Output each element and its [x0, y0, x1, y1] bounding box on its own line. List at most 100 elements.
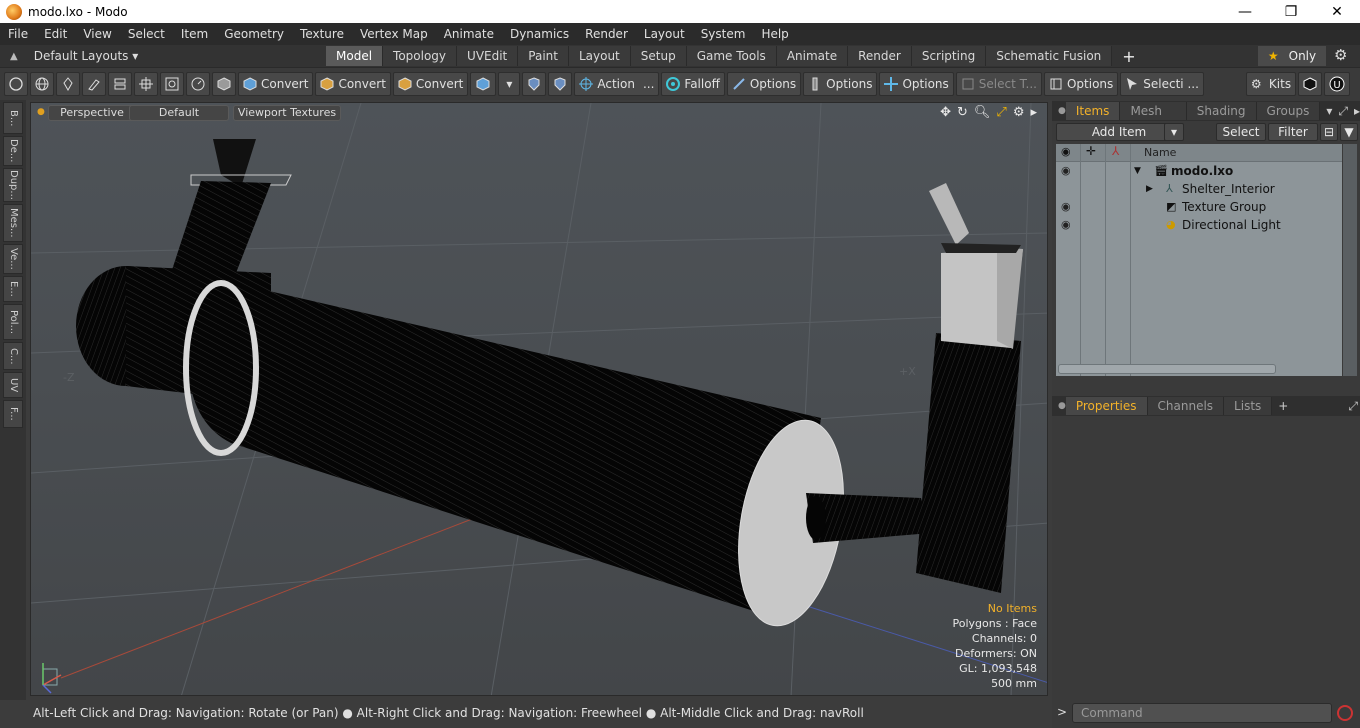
funnel-icon[interactable]: ▼ — [1340, 123, 1358, 141]
menu-system[interactable]: System — [693, 23, 754, 45]
expand-panel-icon-2[interactable]: ⤢ — [1348, 399, 1358, 414]
lock-header-icon[interactable]: ✛ — [1086, 144, 1096, 158]
viewport-textures-dropdown[interactable]: Viewport Textures — [233, 105, 341, 121]
left-tab-fusion[interactable]: F... — [3, 400, 23, 428]
convert-button-2[interactable]: Convert — [315, 72, 391, 96]
collapse-icon[interactable]: ⊟ — [1320, 123, 1338, 141]
zoom-icon[interactable]: 🔍︎ — [974, 105, 991, 120]
left-tab-mesh-edit[interactable]: Mes... — [3, 204, 23, 242]
close-button[interactable]: ✕ — [1314, 0, 1360, 23]
tab-topology[interactable]: Topology — [383, 46, 458, 66]
left-tab-uv[interactable]: UV — [3, 372, 23, 398]
fit-icon[interactable]: ⤢ — [996, 105, 1006, 120]
expand-arrow-icon[interactable]: ▶ — [1146, 180, 1153, 198]
polygon-mode-button[interactable] — [56, 72, 80, 96]
default-layouts-dropdown[interactable]: ▲ Default Layouts ▾ — [0, 49, 326, 63]
tab-shading[interactable]: Shading — [1186, 102, 1257, 120]
eye-icon[interactable]: ◉ — [1061, 216, 1071, 234]
menu-geometry[interactable]: Geometry — [216, 23, 292, 45]
panel-menu-dot[interactable]: ● — [1058, 106, 1066, 116]
item-row-modo-lxo[interactable]: ◉ ▼ 🎬︎ modo.lxo — [1056, 162, 1342, 180]
mesh-preset-button[interactable] — [470, 72, 497, 96]
eye-icon[interactable]: ◉ — [1061, 198, 1071, 216]
tab-channels[interactable]: Channels — [1147, 397, 1225, 415]
options-button-2[interactable]: Options — [803, 72, 878, 96]
menu-animate[interactable]: Animate — [436, 23, 502, 45]
center-mode-button[interactable] — [134, 72, 158, 96]
left-tab-duplicate[interactable]: Dup... — [3, 168, 23, 202]
mesh-preset-dropdown[interactable]: ▾ — [498, 72, 521, 96]
options-button-4[interactable]: Options — [1043, 72, 1119, 96]
falloff-button[interactable]: Falloff — [661, 72, 725, 96]
command-input[interactable]: Command — [1072, 703, 1332, 723]
edge-mode-button[interactable] — [30, 72, 54, 96]
item-list-v-scrollbar[interactable] — [1343, 144, 1357, 376]
left-tab-polygon[interactable]: Pol... — [3, 304, 23, 340]
convert-button-3[interactable]: Convert — [392, 72, 469, 96]
tab-groups[interactable]: Groups — [1256, 102, 1321, 120]
item-mode-button[interactable] — [108, 72, 132, 96]
expand-panel-icon[interactable]: ⤢ — [1338, 104, 1348, 119]
unity-button[interactable] — [1298, 72, 1323, 96]
selection-sets-button[interactable]: Selecti ... — [1120, 72, 1204, 96]
tabs-dropdown-icon[interactable]: ▾ — [1326, 104, 1332, 118]
select-button[interactable]: Select — [1216, 123, 1266, 141]
perspective-view-dropdown[interactable]: Perspective — [48, 105, 136, 121]
tab-properties[interactable]: Properties — [1065, 397, 1148, 415]
only-toggle[interactable]: ★ Only — [1258, 46, 1326, 66]
item-list[interactable]: ◉ ✛ ⅄ Name ◉ ▼ 🎬︎ modo.lxo ▶ ⅄ Shelter_I… — [1056, 144, 1342, 376]
kits-button[interactable]: ⚙ Kits — [1245, 72, 1297, 96]
3d-viewport[interactable]: ● Perspective Default Viewport Textures … — [30, 102, 1048, 696]
locator-header-icon[interactable]: ⅄ — [1112, 144, 1119, 158]
left-tab-edge[interactable]: E... — [3, 276, 23, 302]
panel-menu-dot-2[interactable]: ● — [1058, 401, 1066, 411]
brush-mode-button[interactable] — [82, 72, 106, 96]
menu-edit[interactable]: Edit — [36, 23, 75, 45]
tab-model[interactable]: Model — [326, 46, 384, 66]
tab-uvedit[interactable]: UVEdit — [457, 46, 519, 66]
minimize-button[interactable]: — — [1222, 0, 1268, 23]
panel-arrow-icon[interactable]: ▸ — [1354, 104, 1360, 118]
snap-button[interactable] — [548, 72, 573, 96]
eye-icon[interactable]: ◉ — [1061, 162, 1071, 180]
menu-select[interactable]: Select — [120, 23, 173, 45]
left-tab-deform[interactable]: De... — [3, 136, 23, 166]
menu-vertex-map[interactable]: Vertex Map — [352, 23, 436, 45]
add-item-dropdown[interactable]: ▾ — [1164, 123, 1184, 141]
menu-dynamics[interactable]: Dynamics — [502, 23, 577, 45]
tab-items[interactable]: Items — [1065, 102, 1121, 120]
item-row-shelter-interior[interactable]: ▶ ⅄ Shelter_Interior — [1056, 180, 1342, 198]
unreal-button[interactable]: U — [1324, 72, 1351, 96]
pan-icon[interactable]: ✥ — [940, 105, 951, 120]
vertex-mode-button[interactable] — [4, 72, 28, 96]
tab-setup[interactable]: Setup — [630, 46, 687, 66]
shading-dropdown[interactable]: Default — [129, 105, 229, 121]
tab-render[interactable]: Render — [848, 46, 912, 66]
symmetry-button[interactable] — [522, 72, 547, 96]
menu-view[interactable]: View — [75, 23, 119, 45]
options-button-1[interactable]: Options — [726, 72, 802, 96]
menu-help[interactable]: Help — [753, 23, 796, 45]
left-tab-curve[interactable]: C... — [3, 342, 23, 370]
select-through-button[interactable]: Select T... — [955, 72, 1042, 96]
tab-lists[interactable]: Lists — [1224, 397, 1273, 415]
item-row-directional-light[interactable]: ◉ ◕ Directional Light — [1056, 216, 1342, 234]
menu-render[interactable]: Render — [577, 23, 636, 45]
collapse-arrow-icon[interactable]: ▼ — [1134, 162, 1141, 180]
maximize-button[interactable]: ❐ — [1268, 0, 1314, 23]
name-column-header[interactable]: Name — [1144, 146, 1176, 159]
menu-layout[interactable]: Layout — [636, 23, 693, 45]
add-layout-tab-button[interactable]: + — [1122, 47, 1135, 66]
tab-paint[interactable]: Paint — [518, 46, 569, 66]
rotate-icon[interactable]: ↻ — [957, 105, 968, 120]
viewport-expand-icon[interactable]: ▸ — [1030, 105, 1037, 120]
left-tab-basic[interactable]: B... — [3, 102, 23, 134]
convert-button-1[interactable]: Convert — [238, 72, 314, 96]
menu-item[interactable]: Item — [173, 23, 216, 45]
action-center-button[interactable]: Action... — [574, 72, 660, 96]
tab-schematic-fusion[interactable]: Schematic Fusion — [986, 46, 1113, 66]
filter-button[interactable]: Filter — [1268, 123, 1318, 141]
menu-file[interactable]: File — [0, 23, 36, 45]
tab-layout[interactable]: Layout — [568, 46, 631, 66]
tab-animate[interactable]: Animate — [776, 46, 849, 66]
